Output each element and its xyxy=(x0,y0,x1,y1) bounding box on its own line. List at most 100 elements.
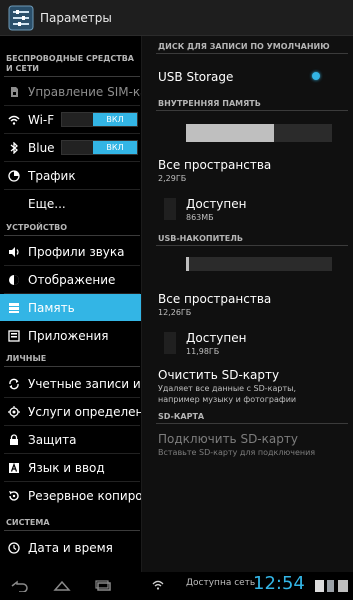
sidebar-item-accounts[interactable]: Учетные записи и с xyxy=(0,370,141,397)
sidebar-item-datetime[interactable]: Дата и время xyxy=(0,534,141,561)
section-divider xyxy=(156,423,348,424)
internal-available-value: 863МБ xyxy=(186,213,214,222)
sidebar-item-apps[interactable]: Приложения xyxy=(0,322,141,349)
sidebar-item-label: Защита xyxy=(28,432,77,447)
internal-usage-bar xyxy=(186,124,332,142)
sidebar-item-label: Wi-F xyxy=(28,112,55,127)
wifi-icon xyxy=(8,115,20,125)
mount-sd-card-description: Вставьте SD-карту для подключения xyxy=(158,448,316,457)
section-sd-card: SD-КАРТА xyxy=(158,412,205,421)
bluetooth-toggle[interactable]: ВКЛ xyxy=(61,140,138,155)
sidebar-item-display[interactable]: Отображение xyxy=(0,266,141,293)
clear-sd-card-button[interactable]: Очистить SD-карту xyxy=(158,368,279,382)
usb-available-title: Доступен xyxy=(186,331,247,345)
internal-total-title: Все пространства xyxy=(158,158,272,172)
sync-icon xyxy=(9,378,19,389)
sidebar-item-location[interactable]: Услуги определени xyxy=(0,398,141,425)
sidebar-item-label: Резервное копиров xyxy=(28,488,141,503)
clear-sd-card-description: например музыку и фотографии xyxy=(158,395,297,404)
usb-available-value: 11,98ГБ xyxy=(186,347,220,356)
sidebar-item-backup[interactable]: Резервное копиров xyxy=(0,482,141,509)
mount-sd-card-button[interactable]: Подключить SD-карту xyxy=(158,432,298,446)
section-usb-storage: USB-НАКОПИТЕЛЬ xyxy=(158,234,243,243)
sidebar-item-label: Профили звука xyxy=(28,244,125,259)
category-divider xyxy=(4,530,140,531)
sidebar-item-label: Приложения xyxy=(28,328,109,343)
wifi-toggle[interactable]: ВКЛ xyxy=(61,112,138,127)
usb-total-value: 12,26ГБ xyxy=(158,308,192,317)
sidebar-item-label: Еще... xyxy=(28,196,66,211)
category-divider xyxy=(4,366,140,367)
network-status-text: Доступна сеть xyxy=(186,578,256,588)
lock-icon xyxy=(10,433,18,445)
available-swatch xyxy=(164,198,176,220)
sidebar-item-label: Трафик xyxy=(28,168,76,183)
clock-icon xyxy=(8,541,20,554)
sidebar-item-traffic[interactable]: Трафик xyxy=(0,162,141,189)
sidebar-item-label: Услуги определени xyxy=(28,404,141,419)
usb-total-title: Все пространства xyxy=(158,292,272,306)
sidebar-item-label: Язык и ввод xyxy=(28,460,105,475)
back-icon xyxy=(11,580,28,592)
section-default-write-disk: ДИСК ДЛЯ ЗАПИСИ ПО УМОЛЧАНИЮ xyxy=(158,42,330,51)
data-usage-icon xyxy=(8,169,20,182)
category-device: УСТРОЙСТВО xyxy=(6,223,68,232)
sidebar-item-label: Память xyxy=(28,300,75,315)
usb-storage-option[interactable]: USB Storage xyxy=(158,70,233,84)
sidebar-item-label: Управление SIM-ка xyxy=(28,84,141,99)
recent-apps-icon xyxy=(95,580,111,591)
location-icon xyxy=(8,405,20,418)
category-personal: ЛИЧНЫЕ xyxy=(6,354,47,363)
sidebar-item-language[interactable]: Язык и ввод xyxy=(0,454,141,481)
internal-used-fill xyxy=(186,124,274,142)
settings-screen: Параметры БЕСПРОВОДНЫЕ СРЕДСТВА И СЕТИ У… xyxy=(0,0,353,600)
sidebar-item-security[interactable]: Защита xyxy=(0,426,141,453)
radio-selected-indicator[interactable] xyxy=(312,72,320,80)
sidebar-item-more[interactable]: Еще... xyxy=(0,190,141,217)
action-bar: Параметры xyxy=(0,0,353,36)
settings-app-icon[interactable] xyxy=(8,5,34,31)
memory-settings-panel: ДИСК ДЛЯ ЗАПИСИ ПО УМОЛЧАНИЮ USB Storage… xyxy=(142,36,353,572)
category-wireless: БЕСПРОВОДНЫЕ СРЕДСТВА И СЕТИ xyxy=(6,54,134,73)
section-internal-memory: ВНУТРЕННЯЯ ПАМЯТЬ xyxy=(158,99,261,108)
sim-icon xyxy=(11,86,18,97)
toggle-on-label: ВКЛ xyxy=(93,113,137,126)
page-title: Параметры xyxy=(40,10,112,25)
sidebar-item-sim[interactable]: Управление SIM-ка xyxy=(0,78,141,105)
section-divider xyxy=(156,110,348,111)
available-swatch xyxy=(164,332,176,354)
back-button[interactable] xyxy=(8,574,32,598)
category-divider xyxy=(4,76,140,77)
keyboard-a-icon xyxy=(9,462,19,473)
sidebar-item-label: Blue xyxy=(28,140,55,155)
recent-apps-button[interactable] xyxy=(92,574,116,598)
internal-available-title: Доступен xyxy=(186,197,247,211)
speaker-icon xyxy=(9,246,19,257)
sidebar-item-label: Отображение xyxy=(28,272,116,287)
sidebar-item-label: Учетные записи и с xyxy=(28,376,141,391)
sidebar-item-sound[interactable]: Профили звука xyxy=(0,238,141,265)
content: БЕСПРОВОДНЫЕ СРЕДСТВА И СЕТИ Управление … xyxy=(0,36,353,572)
usb-usage-bar xyxy=(186,257,332,271)
toggle-on-label: ВКЛ xyxy=(93,141,137,154)
brightness-icon xyxy=(9,274,19,285)
sim-status-icon xyxy=(315,580,324,592)
section-divider xyxy=(156,245,348,246)
home-button[interactable] xyxy=(50,574,74,598)
home-icon xyxy=(53,580,71,591)
status-clock: 12:54 xyxy=(253,573,305,594)
apps-icon xyxy=(8,329,20,342)
category-divider xyxy=(4,235,140,236)
internal-total-value: 2,29ГБ xyxy=(158,174,187,183)
bluetooth-icon xyxy=(10,141,18,154)
backup-icon xyxy=(9,490,19,501)
signal-icon xyxy=(338,580,348,592)
sidebar-item-memory[interactable]: Память xyxy=(0,294,141,321)
wifi-status-icon xyxy=(152,580,164,590)
category-system: СИСТЕМА xyxy=(6,518,50,527)
settings-categories[interactable]: БЕСПРОВОДНЫЕ СРЕДСТВА И СЕТИ Управление … xyxy=(0,36,142,572)
usb-used-fill xyxy=(186,257,189,271)
section-divider xyxy=(156,53,348,54)
battery-icon xyxy=(327,580,334,592)
